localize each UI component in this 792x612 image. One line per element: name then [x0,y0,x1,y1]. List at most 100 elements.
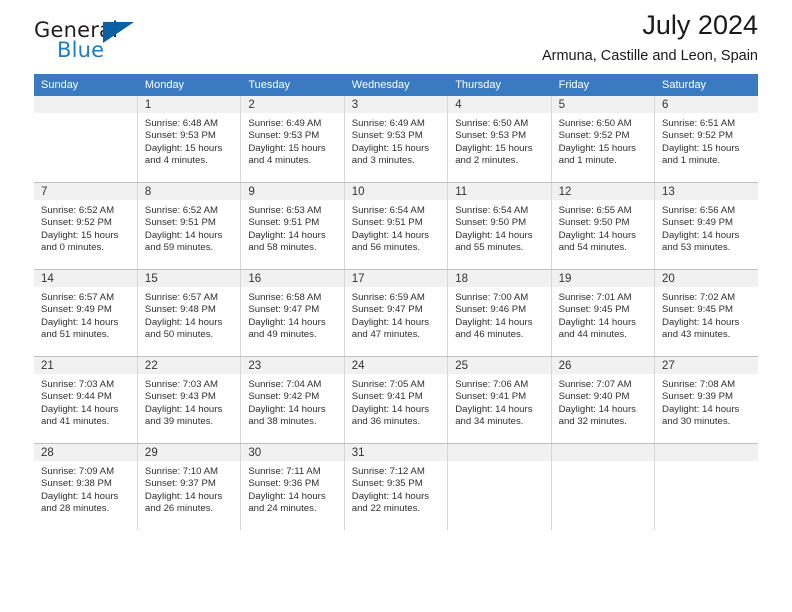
sunset-text: Sunset: 9:36 PM [248,478,320,490]
daylight-text: Daylight: 14 hours and 34 minutes. [455,403,533,427]
day-number: 12 [551,183,655,200]
calendar-day-cell[interactable]: 30 Sunrise: 7:11 AM Sunset: 9:36 PM Dayligh… [240,443,345,530]
sunset-text: Sunset: 9:53 PM [351,130,423,142]
sunrise-text: Sunrise: 7:02 AM [662,292,736,303]
daylight-text: Daylight: 15 hours and 2 minutes. [455,142,533,166]
calendar-day-cell[interactable]: 1 Sunrise: 6:48 AM Sunset: 9:53 PM Daylight… [137,96,242,183]
sunset-text: Sunset: 9:41 PM [351,391,423,403]
day-details: Sunrise: 6:56 AM Sunset: 9:49 PM Daylight:… [655,200,758,254]
calendar-day-cell[interactable]: 10 Sunrise: 6:54 AM Sunset: 9:51 PM Dayligh… [344,182,449,270]
sunset-text: Sunset: 9:35 PM [351,478,423,490]
calendar-page: General Blue July 2024 Armuna, Castille … [0,0,792,612]
calendar-day-cell[interactable]: 5 Sunrise: 6:50 AM Sunset: 9:52 PM Daylight… [551,96,656,183]
day-details: Sunrise: 7:03 AM Sunset: 9:43 PM Daylight:… [138,374,240,428]
day-number: 1 [137,96,241,113]
daylight-text: Daylight: 14 hours and 30 minutes. [662,403,740,427]
calendar-day-cell[interactable]: 2 Sunrise: 6:49 AM Sunset: 9:53 PM Daylight… [240,96,345,183]
calendar-day-cell[interactable]: 4 Sunrise: 6:50 AM Sunset: 9:53 PM Daylight… [447,96,552,183]
daylight-text: Daylight: 14 hours and 39 minutes. [144,403,223,427]
weekday-header-friday: Friday [551,74,656,96]
daylight-text: Daylight: 14 hours and 58 minutes. [248,229,326,253]
day-details: Sunrise: 7:11 AM Sunset: 9:36 PM Daylight:… [241,461,343,515]
day-details: Sunrise: 6:49 AM Sunset: 9:53 PM Daylight:… [241,113,343,167]
sunset-text: Sunset: 9:46 PM [455,304,527,316]
day-number: 4 [448,96,551,113]
calendar-day-cell[interactable]: 17 Sunrise: 6:59 AM Sunset: 9:47 PM Dayligh… [344,269,449,357]
calendar-day-cell[interactable]: 8 Sunrise: 6:52 AM Sunset: 9:51 PM Daylight… [137,182,242,270]
calendar-day-cell[interactable]: 28 Sunrise: 7:09 AM Sunset: 9:38 PM Dayligh… [34,443,138,530]
day-details: Sunrise: 6:53 AM Sunset: 9:51 PM Daylight:… [241,200,343,254]
sunset-text: Sunset: 9:47 PM [248,304,320,316]
day-number: 17 [344,270,448,287]
page-subtitle: Armuna, Castille and Leon, Spain [541,48,758,65]
day-number [655,444,758,461]
calendar-day-cell[interactable]: 12 Sunrise: 6:55 AM Sunset: 9:50 PM Dayligh… [551,182,656,270]
calendar-day-cell[interactable]: 21 Sunrise: 7:03 AM Sunset: 9:44 PM Dayligh… [34,356,138,444]
day-details: Sunrise: 6:54 AM Sunset: 9:50 PM Daylight:… [448,200,550,254]
daylight-text: Daylight: 14 hours and 36 minutes. [351,403,430,427]
sunrise-text: Sunrise: 7:06 AM [455,379,529,390]
calendar-day-cell[interactable]: 16 Sunrise: 6:58 AM Sunset: 9:47 PM Dayligh… [240,269,345,357]
weekday-header-thursday: Thursday [447,74,552,96]
general-blue-logo[interactable]: General Blue [34,18,154,64]
calendar-day-cell[interactable]: 18 Sunrise: 7:00 AM Sunset: 9:46 PM Dayligh… [447,269,552,357]
sunrise-text: Sunrise: 6:58 AM [248,292,322,303]
sunset-text: Sunset: 9:53 PM [455,130,527,142]
day-details: Sunrise: 6:57 AM Sunset: 9:49 PM Daylight:… [34,287,137,341]
weekday-header-sunday: Sunday [34,74,138,96]
daylight-text: Daylight: 14 hours and 49 minutes. [248,316,326,340]
sunrise-text: Sunrise: 7:10 AM [144,466,218,477]
calendar-cell-empty [551,443,656,530]
sunset-text: Sunset: 9:45 PM [558,304,630,316]
calendar-day-cell[interactable]: 19 Sunrise: 7:01 AM Sunset: 9:45 PM Dayligh… [551,269,656,357]
day-details: Sunrise: 7:03 AM Sunset: 9:44 PM Daylight:… [34,374,137,428]
day-details: Sunrise: 7:09 AM Sunset: 9:38 PM Daylight:… [34,461,137,515]
day-details: Sunrise: 6:59 AM Sunset: 9:47 PM Daylight:… [345,287,447,341]
day-number [551,444,655,461]
calendar-day-cell[interactable]: 31 Sunrise: 7:12 AM Sunset: 9:35 PM Dayligh… [344,443,449,530]
calendar-day-cell[interactable]: 11 Sunrise: 6:54 AM Sunset: 9:50 PM Dayligh… [447,182,552,270]
title-block: July 2024 Armuna, Castille and Leon, Spa… [542,10,758,64]
sunset-text: Sunset: 9:51 PM [248,217,320,229]
daylight-text: Daylight: 14 hours and 53 minutes. [662,229,740,253]
calendar-day-cell[interactable]: 6 Sunrise: 6:51 AM Sunset: 9:52 PM Daylight… [654,96,758,183]
calendar-day-cell[interactable]: 3 Sunrise: 6:49 AM Sunset: 9:53 PM Daylight… [344,96,449,183]
calendar-day-cell[interactable]: 26 Sunrise: 7:07 AM Sunset: 9:40 PM Dayligh… [551,356,656,444]
sunset-text: Sunset: 9:52 PM [662,130,733,142]
calendar-day-cell[interactable]: 23 Sunrise: 7:04 AM Sunset: 9:42 PM Dayligh… [240,356,345,444]
day-number: 8 [137,183,241,200]
sunset-text: Sunset: 9:51 PM [351,217,423,229]
calendar-day-cell[interactable]: 20 Sunrise: 7:02 AM Sunset: 9:45 PM Dayligh… [654,269,758,357]
daylight-text: Daylight: 14 hours and 32 minutes. [558,403,636,427]
day-number: 20 [655,270,758,287]
weekday-header-monday: Monday [137,74,242,96]
day-details: Sunrise: 7:01 AM Sunset: 9:45 PM Daylight:… [552,287,654,341]
calendar-day-cell[interactable]: 24 Sunrise: 7:05 AM Sunset: 9:41 PM Dayligh… [344,356,449,444]
daylight-text: Daylight: 14 hours and 55 minutes. [455,229,533,253]
calendar-day-cell[interactable]: 14 Sunrise: 6:57 AM Sunset: 9:49 PM Dayligh… [34,269,138,357]
sunset-text: Sunset: 9:52 PM [41,217,112,229]
calendar-day-cell[interactable]: 7 Sunrise: 6:52 AM Sunset: 9:52 PM Daylight… [34,182,138,270]
sunrise-text: Sunrise: 6:54 AM [351,205,425,216]
calendar-day-cell[interactable]: 22 Sunrise: 7:03 AM Sunset: 9:43 PM Dayligh… [137,356,242,444]
daylight-text: Daylight: 15 hours and 3 minutes. [351,142,430,166]
triangle-icon [103,22,134,43]
calendar-day-cell[interactable]: 15 Sunrise: 6:57 AM Sunset: 9:48 PM Dayligh… [137,269,242,357]
sunrise-text: Sunrise: 7:09 AM [41,466,115,477]
daylight-text: Daylight: 14 hours and 43 minutes. [662,316,740,340]
daylight-text: Daylight: 14 hours and 22 minutes. [351,490,430,514]
calendar-day-cell[interactable]: 9 Sunrise: 6:53 AM Sunset: 9:51 PM Daylight… [240,182,345,270]
sunrise-text: Sunrise: 6:59 AM [351,292,425,303]
calendar-day-cell[interactable]: 13 Sunrise: 6:56 AM Sunset: 9:49 PM Dayligh… [654,182,758,270]
calendar-day-cell[interactable]: 27 Sunrise: 7:08 AM Sunset: 9:39 PM Dayligh… [654,356,758,444]
day-details: Sunrise: 6:58 AM Sunset: 9:47 PM Daylight:… [241,287,343,341]
sunrise-text: Sunrise: 6:52 AM [144,205,218,216]
sunrise-text: Sunrise: 6:48 AM [144,118,218,129]
calendar-day-cell[interactable]: 29 Sunrise: 7:10 AM Sunset: 9:37 PM Dayligh… [137,443,242,530]
day-number: 15 [137,270,241,287]
day-details: Sunrise: 6:50 AM Sunset: 9:52 PM Daylight:… [552,113,654,167]
calendar-week-row: 7 Sunrise: 6:52 AM Sunset: 9:52 PM Daylight… [34,182,758,270]
weekday-header-wednesday: Wednesday [344,74,449,96]
calendar-day-cell[interactable]: 25 Sunrise: 7:06 AM Sunset: 9:41 PM Dayligh… [447,356,552,444]
day-number: 14 [34,270,137,287]
